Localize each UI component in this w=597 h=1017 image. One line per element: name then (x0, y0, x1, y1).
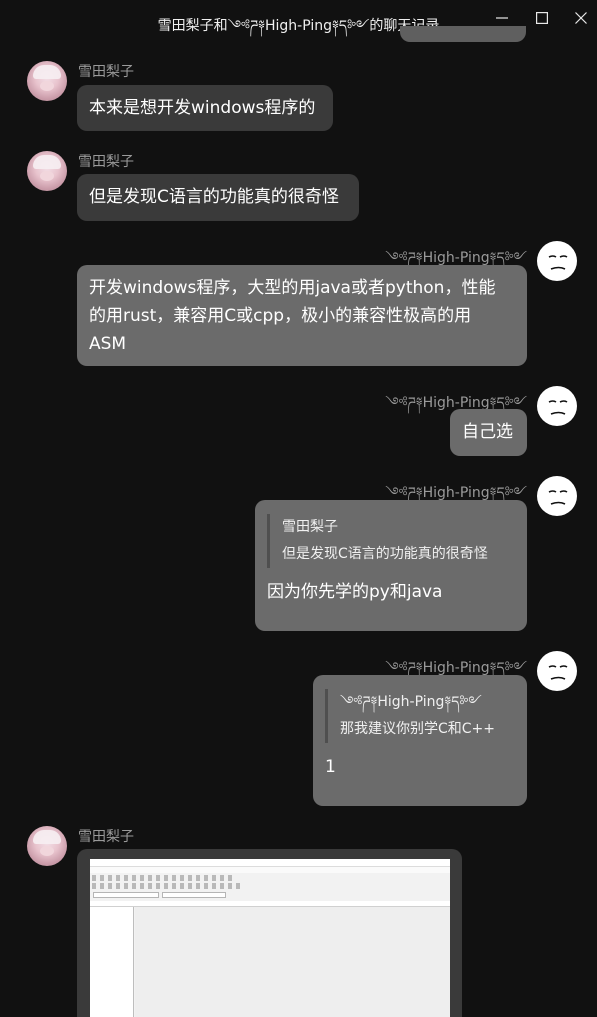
message-bubble[interactable]: 但是发现C语言的功能真的很奇怪 (77, 174, 359, 221)
message-line: 开发windows程序，大型的用java或者python，性能 (89, 278, 496, 298)
avatar[interactable] (537, 386, 577, 426)
message-bubble[interactable]: 雪田梨子 但是发现C语言的功能真的很奇怪 因为你先学的py和java (255, 500, 527, 631)
message-line: 的用rust，兼容用C或cpp，极小的兼容性极高的用 (89, 306, 472, 326)
screenshot-workspace (135, 907, 450, 1017)
close-button[interactable] (568, 6, 594, 30)
screenshot-combo (162, 892, 226, 898)
quote-text: 但是发现C语言的功能真的很奇怪 (282, 546, 488, 562)
message-text: 因为你先学的py和java (267, 582, 443, 602)
message-bubble[interactable]: 开发windows程序，大型的用java或者python，性能 的用rust，兼… (77, 265, 527, 366)
quote-sender: ༺ཌ༈High-Ping༈ད༻ (340, 694, 482, 710)
message-line: ASM (89, 334, 127, 354)
avatar[interactable] (537, 476, 577, 516)
message-text: 但是发现C语言的功能真的很奇怪 (89, 187, 339, 207)
avatar[interactable] (27, 61, 67, 101)
sender-name: 雪田梨子 (78, 154, 134, 170)
quoted-message[interactable]: 雪田梨子 但是发现C语言的功能真的很奇怪 (267, 514, 515, 568)
image-message-bubble[interactable] (77, 849, 462, 1017)
screenshot-combo (93, 892, 159, 898)
message-bubble[interactable]: 自己选 (450, 409, 527, 456)
avatar[interactable] (27, 826, 67, 866)
face-icon (548, 490, 568, 505)
message-text: 1 (325, 757, 336, 777)
message-bubble[interactable]: ༺ཌ༈High-Ping༈ད༻ 那我建议你别学C和C++ 1 (313, 675, 527, 806)
quoted-message[interactable]: ༺ཌ༈High-Ping༈ད༻ 那我建议你别学C和C++ (325, 689, 515, 743)
minimize-icon (496, 17, 508, 19)
face-icon (548, 665, 568, 680)
message-text: 自己选 (462, 422, 513, 442)
avatar[interactable] (537, 241, 577, 281)
screenshot-titlebar (90, 859, 450, 867)
avatar[interactable] (537, 651, 577, 691)
sender-name: 雪田梨子 (78, 64, 134, 80)
screenshot-toolbar (92, 883, 242, 889)
close-icon (575, 12, 587, 24)
message-text: 本来是想开发windows程序的 (89, 98, 316, 118)
maximize-icon (536, 12, 548, 24)
maximize-button[interactable] (529, 6, 555, 30)
face-icon (548, 255, 568, 270)
screenshot-sidebar (90, 907, 134, 1017)
screenshot-toolbar (92, 875, 232, 881)
sender-name: 雪田梨子 (78, 829, 134, 845)
face-icon (548, 400, 568, 415)
quote-sender: 雪田梨子 (282, 519, 338, 535)
quote-text: 那我建议你别学C和C++ (340, 721, 496, 737)
avatar[interactable] (27, 151, 67, 191)
screenshot-image[interactable] (90, 859, 450, 1017)
previous-message-bubble[interactable] (400, 26, 526, 42)
screenshot-menubar (90, 867, 450, 873)
message-bubble[interactable]: 本来是想开发windows程序的 (77, 85, 333, 131)
